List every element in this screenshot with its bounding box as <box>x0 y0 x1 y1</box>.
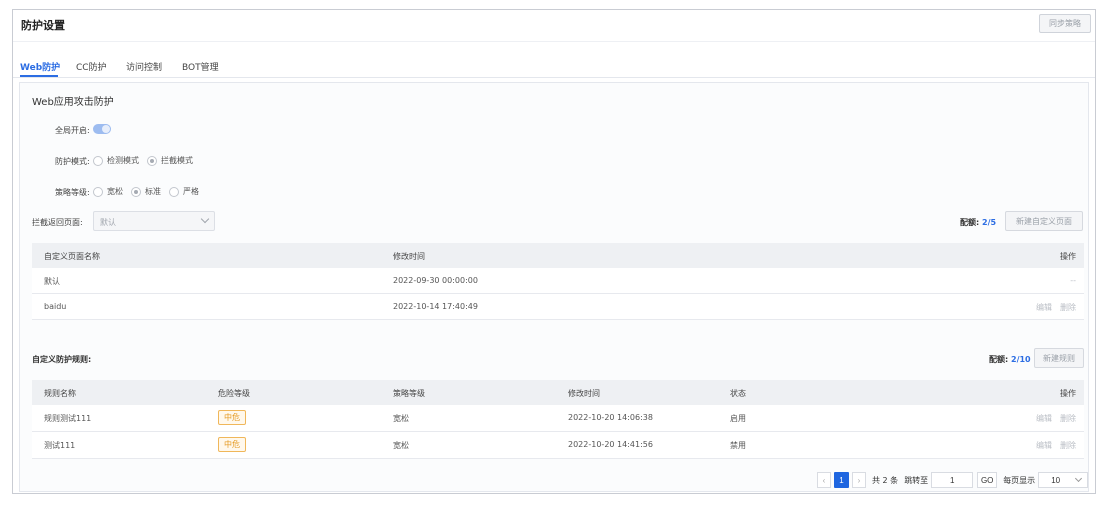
web-protection-panel: Web应用攻击防护 全局开启: 防护模式: 检测模式 拦截模式 策略等级: 宽松 <box>19 82 1089 492</box>
table-row: 测试111 中危 宽松 2022-10-20 14:41:56 禁用 编辑 删除 <box>32 432 1084 459</box>
custom-rules-table: 规则名称 危险等级 策略等级 修改时间 状态 操作 规则测试111 中危 宽松 … <box>32 380 1084 459</box>
radio-strict-dot <box>169 186 179 197</box>
page-quota-value: 2/5 <box>982 218 997 227</box>
page-name: baidu <box>44 302 67 311</box>
radio-detect-mode[interactable]: 检测模式 <box>93 155 139 166</box>
section-title: Web应用攻击防护 <box>32 97 114 108</box>
return-page-value: 默认 <box>100 218 116 227</box>
per-page-value: 10 <box>1051 476 1061 485</box>
radio-loose-dot <box>93 186 103 197</box>
new-rule-button[interactable]: 新建规则 <box>1034 348 1084 368</box>
tab-cc-protection[interactable]: CC防护 <box>76 60 107 73</box>
risk-badge: 中危 <box>218 437 246 452</box>
pagination: ‹ 1 › 共 2 条 跳转至 1 GO 每页显示 10 <box>817 472 1089 488</box>
tab-access-control[interactable]: 访问控制 <box>126 60 162 73</box>
risk-badge: 中危 <box>218 410 246 425</box>
rule-policy-level: 宽松 <box>393 414 409 423</box>
radio-detect-label: 检测模式 <box>107 156 139 165</box>
edit-link[interactable]: 编辑 <box>1036 302 1052 313</box>
chevron-down-icon <box>200 214 210 224</box>
page-op-none: -- <box>1070 276 1076 285</box>
sync-policy-button[interactable]: 同步策略 <box>1039 14 1091 33</box>
radio-loose-label: 宽松 <box>107 187 123 196</box>
prev-page-button[interactable]: ‹ <box>817 472 831 488</box>
level-label: 策略等级: <box>55 188 90 197</box>
rule-name: 测试111 <box>44 441 76 450</box>
level-radio-group: 宽松 标准 严格 <box>93 186 207 197</box>
rule-quota-value: 2/10 <box>1011 355 1031 364</box>
table-header: 自定义页面名称 修改时间 操作 <box>32 243 1084 268</box>
table-row: baidu 2022-10-14 17:40:49 编辑 删除 <box>32 294 1084 320</box>
radio-block-label: 拦截模式 <box>161 156 193 165</box>
col-risk-level: 危险等级 <box>218 389 250 398</box>
radio-standard-dot <box>131 186 141 197</box>
rule-name: 规则测试111 <box>44 414 92 423</box>
page-name: 默认 <box>44 277 60 286</box>
radio-standard-label: 标准 <box>145 187 161 196</box>
rule-time: 2022-10-20 14:06:38 <box>568 413 653 422</box>
delete-link[interactable]: 删除 <box>1060 302 1076 313</box>
rule-policy-level: 宽松 <box>393 441 409 450</box>
edit-link[interactable]: 编辑 <box>1036 440 1052 451</box>
custom-rules-title: 自定义防护规则: <box>32 355 92 364</box>
return-page-label: 拦截返回页面: <box>32 218 83 227</box>
table-row: 默认 2022-09-30 00:00:00 -- <box>32 268 1084 294</box>
page-number-current[interactable]: 1 <box>834 472 849 488</box>
tab-web-protection[interactable]: Web防护 <box>20 60 60 73</box>
col-operation: 操作 <box>1060 389 1076 398</box>
mode-radio-group: 检测模式 拦截模式 <box>93 155 201 166</box>
radio-block-dot <box>147 155 157 166</box>
global-switch-toggle[interactable] <box>93 124 111 134</box>
rule-quota: 配额: 2/10 <box>989 354 1031 365</box>
per-page-label: 每页显示 <box>1003 475 1036 485</box>
radio-block-mode[interactable]: 拦截模式 <box>147 155 193 166</box>
radio-detect-dot <box>93 155 103 166</box>
radio-loose[interactable]: 宽松 <box>93 186 123 197</box>
chevron-down-icon <box>1075 474 1083 483</box>
next-page-button[interactable]: › <box>852 472 866 488</box>
radio-strict[interactable]: 严格 <box>169 186 199 197</box>
radio-standard[interactable]: 标准 <box>131 186 161 197</box>
chevron-left-icon: ‹ <box>822 475 826 485</box>
jump-page-input[interactable]: 1 <box>931 472 974 488</box>
rule-quota-label: 配额: <box>989 355 1009 364</box>
col-status: 状态 <box>730 389 746 398</box>
col-rule-name: 规则名称 <box>44 389 76 398</box>
settings-window: 防护设置 同步策略 Web防护 CC防护 访问控制 BOT管理 Web应用攻击防… <box>12 9 1096 494</box>
total-count: 共 2 条 <box>872 475 899 485</box>
rule-time: 2022-10-20 14:41:56 <box>568 440 653 449</box>
radio-strict-label: 严格 <box>183 187 199 196</box>
col-policy-level: 策略等级 <box>393 389 425 398</box>
return-page-select[interactable]: 默认 <box>93 211 215 231</box>
page-time: 2022-10-14 17:40:49 <box>393 302 478 311</box>
edit-link[interactable]: 编辑 <box>1036 413 1052 424</box>
page-title: 防护设置 <box>21 19 65 32</box>
chevron-right-icon: › <box>857 475 861 485</box>
col-modified-time: 修改时间 <box>568 389 600 398</box>
table-header: 规则名称 危险等级 策略等级 修改时间 状态 操作 <box>32 380 1084 405</box>
go-button[interactable]: GO <box>977 472 998 488</box>
rule-status: 启用 <box>730 414 746 423</box>
jump-label: 跳转至 <box>904 475 929 485</box>
header: 防护设置 同步策略 <box>13 10 1095 42</box>
tab-bot-management[interactable]: BOT管理 <box>182 60 219 73</box>
delete-link[interactable]: 删除 <box>1060 413 1076 424</box>
col-operation: 操作 <box>1060 252 1076 261</box>
page-time: 2022-09-30 00:00:00 <box>393 276 478 285</box>
active-tab-indicator <box>20 75 58 77</box>
col-modified-time: 修改时间 <box>393 252 425 261</box>
delete-link[interactable]: 删除 <box>1060 440 1076 451</box>
custom-pages-table: 自定义页面名称 修改时间 操作 默认 2022-09-30 00:00:00 -… <box>32 243 1084 320</box>
col-page-name: 自定义页面名称 <box>44 252 100 261</box>
global-switch-label: 全局开启: <box>55 126 90 135</box>
mode-label: 防护模式: <box>55 157 90 166</box>
page-quota-label: 配额: <box>960 218 980 227</box>
page-quota: 配额: 2/5 <box>960 217 996 228</box>
per-page-select[interactable]: 10 <box>1038 472 1089 488</box>
rule-status: 禁用 <box>730 441 746 450</box>
tab-bar: Web防护 CC防护 访问控制 BOT管理 <box>13 54 1095 78</box>
new-custom-page-button[interactable]: 新建自定义页面 <box>1005 211 1083 231</box>
table-row: 规则测试111 中危 宽松 2022-10-20 14:06:38 启用 编辑 … <box>32 405 1084 432</box>
